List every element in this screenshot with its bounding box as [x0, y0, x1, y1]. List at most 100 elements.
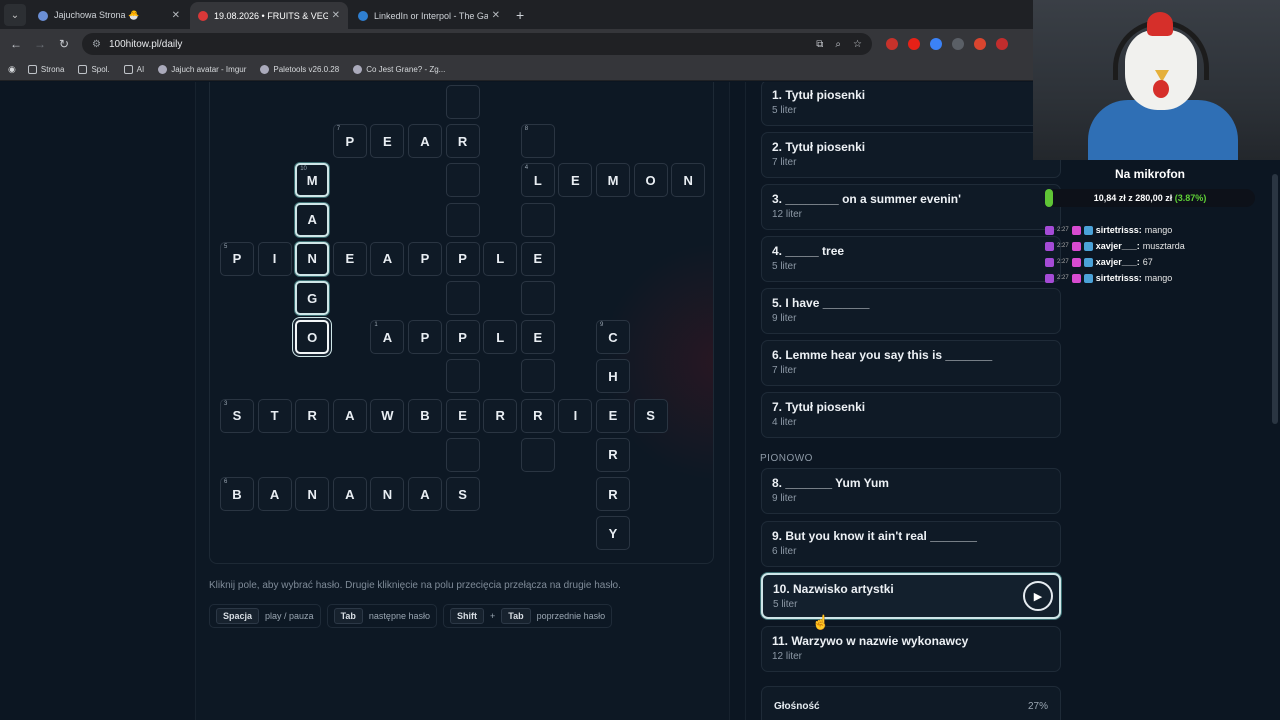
clue-item[interactable]: 6. Lemme hear you say this is _______ 7 …	[761, 340, 1061, 386]
crossword-cell[interactable]: E	[445, 398, 480, 433]
bookmark-item[interactable]: Strona	[27, 65, 64, 74]
crossword-cell[interactable]: G	[295, 281, 330, 315]
crossword-cell[interactable]: T	[257, 398, 292, 433]
crossword-cell[interactable]	[445, 281, 480, 315]
crossword-cell[interactable]: P	[445, 320, 480, 355]
crossword-cell[interactable]	[445, 202, 480, 237]
forward-icon[interactable]: →	[28, 37, 52, 51]
crossword-cell[interactable]	[520, 281, 555, 315]
clue-item[interactable]: 1. Tytuł piosenki 5 liter	[761, 82, 1061, 126]
tab-close-icon[interactable]: ✕	[172, 10, 180, 21]
crossword-cell[interactable]: S	[633, 398, 668, 433]
crossword-cell[interactable]: R	[520, 398, 555, 433]
crossword-cell[interactable]: I	[257, 241, 292, 276]
crossword-cell[interactable]: L	[483, 241, 518, 276]
crossword-cell[interactable]	[520, 202, 555, 237]
crossword-cell[interactable]: R	[295, 398, 330, 433]
crossword-cell[interactable]: P	[408, 241, 442, 276]
bookmark-item[interactable]: Spol.	[78, 65, 110, 74]
crossword-cell[interactable]: 1A	[370, 320, 405, 355]
crossword-cell[interactable]: N	[370, 477, 405, 511]
crossword-cell[interactable]: 7P	[332, 124, 367, 159]
crossword-cell[interactable]	[520, 359, 555, 394]
crossword-cell[interactable]: R	[483, 398, 518, 433]
clue-item[interactable]: 8. _______ Yum Yum 9 liter	[761, 468, 1061, 514]
crossword-cell[interactable]: O	[295, 320, 330, 355]
bookmark-item[interactable]: Paletools v26.0.28	[260, 65, 339, 74]
play-icon[interactable]: ▶	[1023, 581, 1053, 611]
crossword-cell[interactable]: N	[295, 477, 330, 511]
crossword-cell[interactable]: R	[596, 477, 630, 511]
clue-item[interactable]: 2. Tytuł piosenki 7 liter	[761, 132, 1061, 178]
crossword-cell[interactable]: H	[596, 359, 630, 394]
clue-item[interactable]: 4. _____ tree 5 liter	[761, 236, 1061, 282]
extension-icon[interactable]	[974, 38, 986, 50]
adblock-icon[interactable]	[996, 38, 1008, 50]
browser-tab[interactable]: 19.08.2026 • FRUITS & VEGGIES ✕	[190, 2, 348, 29]
bookmark-item[interactable]: Jajuch avatar - Imgur	[158, 65, 246, 74]
crossword-cell[interactable]: B	[408, 398, 442, 433]
crossword-cell[interactable]: E	[596, 398, 630, 433]
clue-item[interactable]: 10. Nazwisko artystki 5 liter ▶	[761, 573, 1061, 619]
crossword-cell[interactable]: P	[408, 320, 442, 355]
extension-icon[interactable]	[886, 38, 898, 50]
browser-tab[interactable]: LinkedIn or Interpol - The Gam ✕	[350, 2, 508, 29]
volume-control[interactable]: Głośność 27%	[761, 686, 1061, 720]
crossword-cell[interactable]: 9C	[596, 320, 630, 355]
crossword-cell[interactable]: 6B	[220, 477, 254, 511]
reload-icon[interactable]: ↻	[52, 37, 76, 51]
crossword-cell[interactable]: W	[370, 398, 405, 433]
clue-item[interactable]: 9. But you know it ain't real _______ 6 …	[761, 520, 1061, 567]
crossword-cell[interactable]: R	[596, 437, 630, 472]
url-input[interactable]: ⚙ 100hitow.pl/daily ⧉ ⌕ ☆	[82, 33, 872, 55]
page-scrollbar[interactable]	[1272, 174, 1278, 424]
extension-icon[interactable]	[952, 38, 964, 50]
bookmark-star-icon[interactable]: ☆	[853, 39, 862, 50]
crossword-cell[interactable]: A	[408, 477, 442, 511]
crossword-cell[interactable]: 3S	[220, 398, 254, 433]
crossword-cell[interactable]: A	[370, 241, 405, 276]
crossword-cell[interactable]	[445, 163, 480, 198]
bookmark-item[interactable]: Co Jest Grane? - Zg...	[353, 65, 445, 74]
crossword-cell[interactable]: A	[332, 398, 367, 433]
tab-close-icon[interactable]: ✕	[492, 10, 500, 21]
crossword-cell[interactable]: R	[445, 124, 480, 159]
clue-item[interactable]: 7. Tytuł piosenki 4 liter	[761, 392, 1061, 438]
crossword-cell[interactable]: E	[370, 124, 405, 159]
crossword-cell[interactable]: 5P	[220, 241, 254, 276]
crossword-cell[interactable]: P	[445, 241, 480, 276]
crossword-cell[interactable]: 8	[520, 124, 555, 159]
crossword-cell[interactable]: N	[295, 241, 330, 276]
crossword-cell[interactable]: 10 M	[295, 163, 330, 198]
back-icon[interactable]: ←	[4, 37, 28, 51]
bookmark-item[interactable]: AI	[123, 65, 144, 74]
crossword-cell[interactable]: E	[558, 163, 593, 198]
zoom-icon[interactable]: ⌕	[835, 39, 841, 50]
crossword-cell[interactable]: A	[295, 202, 330, 237]
crossword-cell[interactable]: N	[671, 163, 706, 198]
crossword-cell[interactable]: E	[520, 320, 555, 355]
crossword-cell[interactable]: A	[408, 124, 442, 159]
crossword-cell[interactable]: E	[332, 241, 367, 276]
crossword-cell[interactable]: A	[257, 477, 292, 511]
crossword-cell[interactable]	[445, 359, 480, 394]
site-info-icon[interactable]: ⚙	[92, 39, 101, 50]
clue-item[interactable]: 3. ________ on a summer evenin' 12 liter	[761, 184, 1061, 230]
crossword-cell[interactable]: S	[445, 477, 480, 511]
crossword-cell[interactable]	[445, 85, 480, 119]
new-tab-button[interactable]: +	[516, 7, 524, 23]
crossword-cell[interactable]: E	[520, 241, 555, 276]
extension-icon[interactable]	[930, 38, 942, 50]
crossword-cell[interactable]: A	[332, 477, 367, 511]
crossword-cell[interactable]: 4L	[520, 163, 555, 198]
translate-icon[interactable]: ⧉	[816, 39, 823, 50]
tab-search-button[interactable]: ⌄	[4, 4, 26, 26]
clue-item[interactable]: 5. I have _______ 9 liter	[761, 288, 1061, 334]
crossword-cell[interactable]: O	[633, 163, 668, 198]
crossword-cell[interactable]	[445, 437, 480, 472]
apps-icon[interactable]: ◉	[8, 64, 16, 75]
youtube-icon[interactable]	[908, 38, 920, 50]
crossword-cell[interactable]: I	[558, 398, 593, 433]
browser-tab[interactable]: Jajuchowa Strona 🐣 ✕	[30, 2, 188, 29]
crossword-cell[interactable]	[520, 437, 555, 472]
